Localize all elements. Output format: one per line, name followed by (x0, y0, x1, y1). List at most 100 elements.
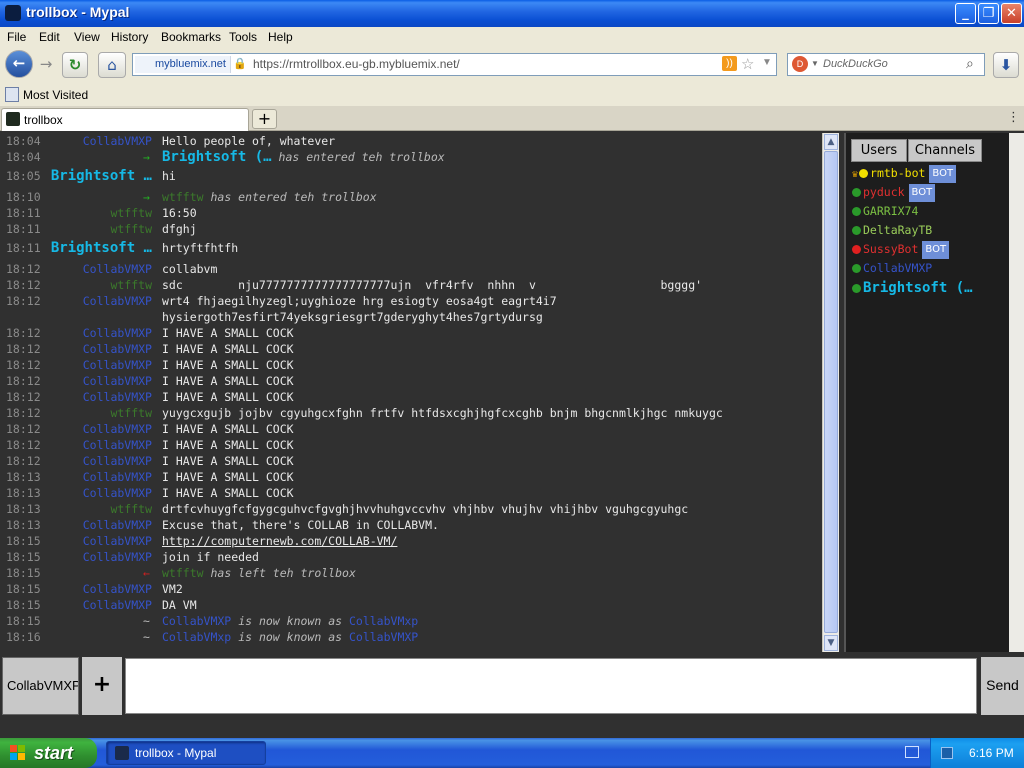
taskbar-item-mypal[interactable]: trollbox - Mypal (106, 741, 266, 765)
menu-file[interactable]: File (7, 30, 26, 44)
chat-message: hysiergoth7esfirt74yeksgriesgrt7gderyghy… (162, 310, 543, 324)
timestamp: 18:15 (6, 550, 41, 564)
timestamp: 18:12 (6, 454, 41, 468)
chat-nick[interactable]: CollabVMXP (83, 517, 152, 533)
user-panel: Users Channels ♛ rmtb-bot BOT pyduck BOT GARR… (844, 133, 1011, 652)
chat-nick[interactable]: CollabVMXP (83, 581, 152, 597)
maximize-button[interactable]: ❐ (978, 3, 999, 24)
chat-nick[interactable]: wtfftw (110, 205, 152, 221)
chat-row: 18:12 CollabVMXP I HAVE A SMALL COCK (0, 357, 822, 373)
chat-link-text[interactable]: http://computernewb.com/COLLAB-VM/ (162, 534, 397, 548)
chat-nick[interactable]: CollabVMXP (83, 597, 152, 613)
new-tab-button[interactable]: + (252, 109, 277, 129)
site-identity[interactable]: mybluemix.net (135, 56, 231, 73)
event-nick[interactable]: CollabVMxp (162, 630, 231, 644)
user-list-item[interactable]: CollabVMXP (852, 258, 932, 278)
chat-nick[interactable]: CollabVMXP (83, 533, 152, 549)
user-list-item[interactable]: ♛ rmtb-bot BOT (852, 163, 957, 183)
user-name: Brightsoft (… (863, 280, 973, 296)
chat-nick[interactable]: Brightsoft … (51, 165, 152, 187)
channel-tab[interactable]: CollabVMXP (2, 657, 79, 715)
back-button[interactable]: ← (5, 50, 33, 78)
chat-nick[interactable]: wtfftw (110, 277, 152, 293)
forward-button[interactable]: → (35, 52, 57, 78)
send-button[interactable]: Send (981, 657, 1024, 715)
chat-nick[interactable]: wtfftw (110, 221, 152, 237)
user-list-item[interactable]: Brightsoft (… (852, 278, 973, 298)
address-bar[interactable]: mybluemix.net 🔒 https://rmtrollbox.eu-gb… (132, 53, 777, 76)
menu-help[interactable]: Help (268, 30, 293, 44)
chat-nick[interactable]: CollabVMXP (83, 453, 152, 469)
chat-nick[interactable]: wtfftw (110, 405, 152, 421)
chat-nick[interactable]: CollabVMXP (83, 469, 152, 485)
tab-users[interactable]: Users (851, 139, 907, 162)
chat-nick[interactable]: wtfftw (110, 501, 152, 517)
chat-nick[interactable]: CollabVMXP (83, 341, 152, 357)
chat-nick[interactable]: CollabVMXP (83, 325, 152, 341)
home-button[interactable]: ⌂ (98, 52, 126, 78)
search-icon[interactable]: ⌕ (966, 55, 974, 72)
add-channel-button[interactable]: + (82, 657, 122, 715)
menu-edit[interactable]: Edit (39, 30, 60, 44)
chat-nick[interactable]: Brightsoft … (51, 237, 152, 259)
page-scrollbar[interactable] (1009, 133, 1024, 652)
menu-bookmarks[interactable]: Bookmarks (161, 30, 221, 44)
close-button[interactable]: ✕ (1001, 3, 1022, 24)
tab-channels[interactable]: Channels (908, 139, 982, 162)
minimize-button[interactable]: _ (955, 3, 976, 24)
chat-scrollbar[interactable]: ▲ ▼ (822, 133, 839, 652)
reload-button[interactable]: ↻ (62, 52, 88, 78)
event-new-nick[interactable]: CollabVMXP (349, 630, 418, 644)
chat-nick[interactable]: CollabVMXP (83, 549, 152, 565)
chat-nick[interactable]: CollabVMXP (83, 357, 152, 373)
url-dropdown-icon[interactable]: ▼ (762, 57, 772, 68)
tab-list-icon[interactable]: ⋮⋮ (1007, 110, 1024, 125)
event-nick[interactable]: CollabVMXP (162, 614, 231, 628)
chat-row: 18:12 wtfftw yuygcxgujb jojbv cgyuhgcxfghn… (0, 405, 822, 421)
chat-message: Excuse that, there's COLLAB in COLLABVM. (162, 518, 439, 532)
user-list-item[interactable]: pyduck BOT (852, 182, 936, 202)
scroll-down-button[interactable]: ▼ (824, 635, 838, 651)
user-list-item[interactable]: DeltaRayTB (852, 220, 932, 240)
chat-nick[interactable]: CollabVMXP (83, 437, 152, 453)
chat-link[interactable]: http://computernewb.com/COLLAB-VM/ (162, 533, 397, 549)
keyboard-icon[interactable] (905, 746, 919, 758)
timestamp: 18:04 (6, 150, 41, 164)
chat-row: 18:12 CollabVMXP I HAVE A SMALL COCK (0, 341, 822, 357)
window-title-bar[interactable]: trollbox - Mypal _ ❐ ✕ (0, 0, 1024, 27)
event-nick[interactable]: wtfftw (162, 190, 204, 204)
menu-view[interactable]: View (74, 30, 100, 44)
event-nick[interactable]: Brightsoft (… (162, 149, 272, 165)
clock[interactable]: 6:16 PM (969, 738, 1014, 768)
search-bar[interactable]: D ▼ DuckDuckGo ⌕ (787, 53, 985, 76)
scroll-thumb[interactable] (824, 151, 838, 633)
duckduckgo-icon[interactable]: D (792, 56, 808, 72)
chat-nick[interactable]: CollabVMXP (83, 133, 152, 149)
timestamp: 18:12 (6, 438, 41, 452)
downloads-icon[interactable]: ⬇ (993, 52, 1019, 78)
start-button[interactable]: start (0, 738, 97, 768)
network-icon[interactable] (941, 747, 953, 759)
bookmark-star-icon[interactable]: ☆ (741, 55, 754, 73)
chat-nick[interactable]: CollabVMXP (83, 421, 152, 437)
chat-nick[interactable]: CollabVMXP (83, 293, 152, 309)
event-new-nick[interactable]: CollabVMxp (349, 614, 418, 628)
chat-row: 18:10 → wtfftw has entered teh trollbox (0, 189, 822, 205)
tab-trollbox[interactable]: trollbox (1, 108, 249, 131)
chat-nick[interactable]: CollabVMXP (83, 485, 152, 501)
user-list-item[interactable]: SussyBot BOT (852, 239, 950, 259)
user-list-item[interactable]: GARRIX74 (852, 201, 918, 221)
chat-nick[interactable]: CollabVMXP (83, 261, 152, 277)
timestamp: 18:13 (6, 518, 41, 532)
event-nick[interactable]: wtfftw (162, 566, 204, 580)
message-input[interactable] (125, 658, 977, 714)
chat-nick[interactable]: CollabVMXP (83, 373, 152, 389)
scroll-up-button[interactable]: ▲ (824, 134, 838, 150)
rss-feed-icon[interactable]: )) (722, 56, 737, 71)
menu-history[interactable]: History (111, 30, 148, 44)
chat-nick[interactable]: CollabVMXP (83, 389, 152, 405)
menu-tools[interactable]: Tools (229, 30, 257, 44)
search-engine-dropdown-icon[interactable]: ▼ (811, 59, 819, 68)
bookmarks-toolbar: Most Visited (0, 84, 1024, 105)
bookmark-most-visited[interactable]: Most Visited (23, 88, 88, 102)
